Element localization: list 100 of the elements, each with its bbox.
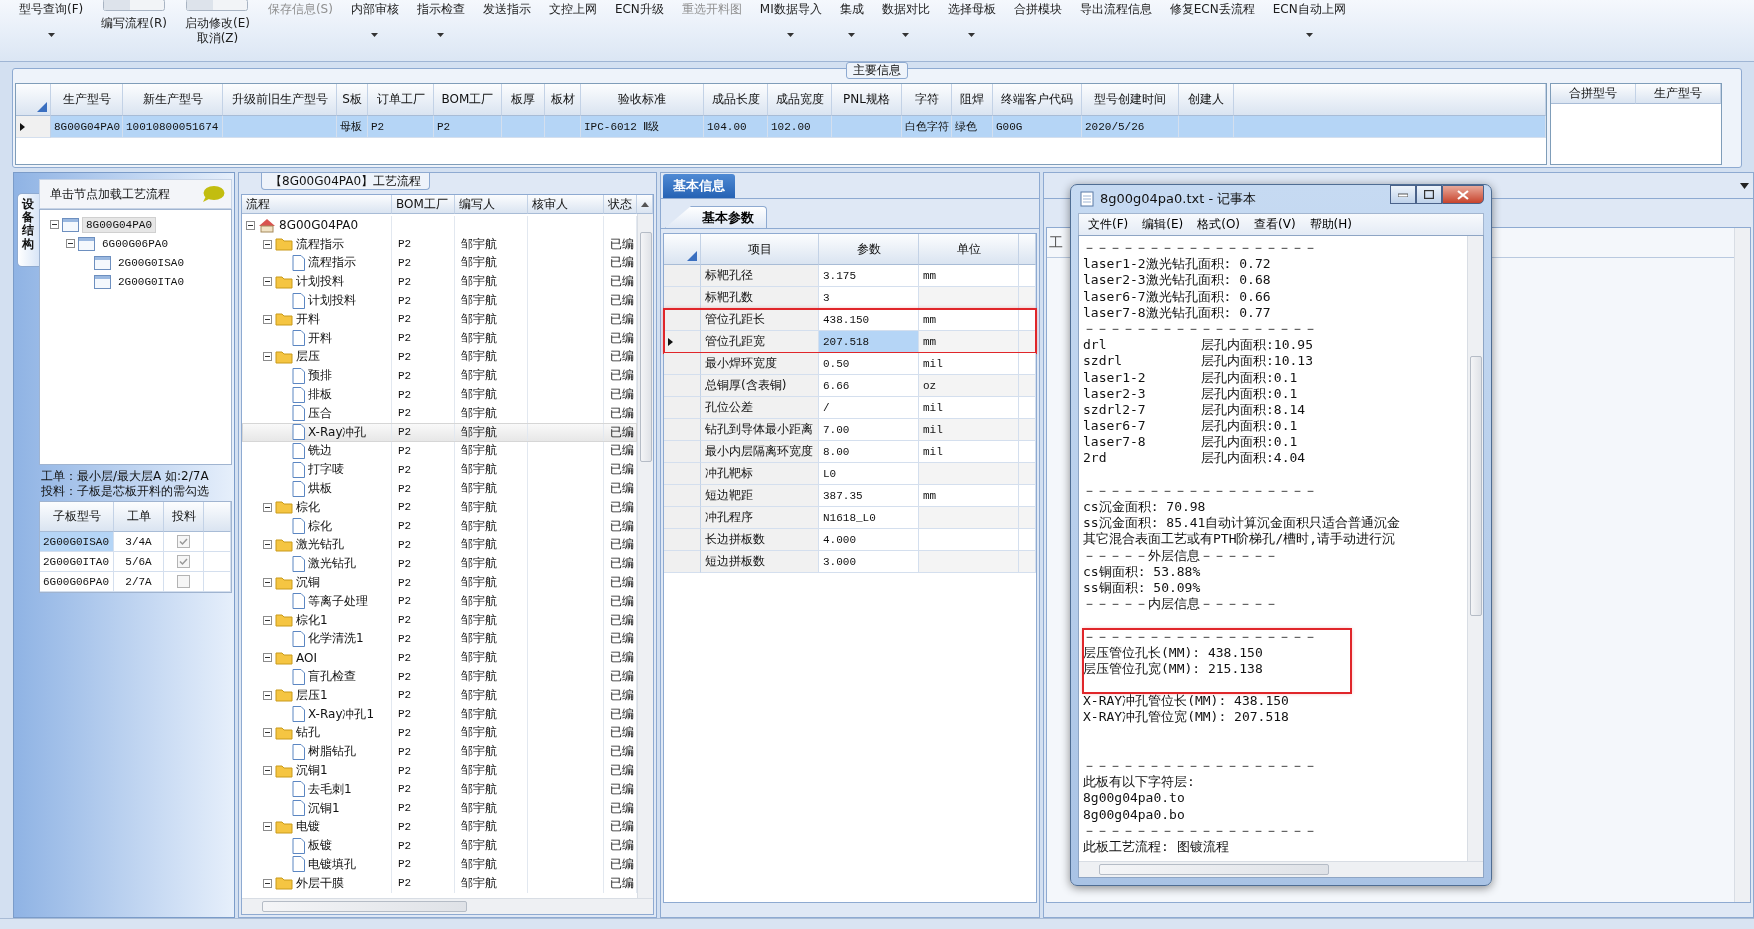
toolbar-button[interactable]: 导出流程信息 xyxy=(1076,0,1155,58)
table-row[interactable]: 最小内层隔离环宽度 8.00 mil xyxy=(664,441,1036,463)
menu-item[interactable]: 帮助(H) xyxy=(1302,216,1359,233)
horizontal-scrollbar[interactable] xyxy=(1079,861,1483,877)
column-header[interactable]: 终端客户代码 xyxy=(993,84,1082,116)
toolbar-button[interactable]: 选择母板 xyxy=(944,0,999,58)
column-header[interactable]: 板厚 xyxy=(502,84,545,116)
tree-row[interactable]: 沉铜1 P2 邹宇航 已编 xyxy=(242,798,637,818)
column-header[interactable]: 成品长度 xyxy=(704,84,768,116)
table-row[interactable]: 孔位公差 / mil xyxy=(664,397,1036,419)
dropdown-icon[interactable] xyxy=(1740,182,1749,189)
column-header[interactable]: PNL规格 xyxy=(832,84,902,116)
horizontal-scrollbar[interactable] xyxy=(242,898,653,914)
tree-row[interactable]: 打字唛 P2 邹宇航 已编 xyxy=(242,460,637,480)
collapse-icon[interactable] xyxy=(263,653,272,663)
collapse-icon[interactable] xyxy=(263,690,272,700)
tree-row[interactable]: 压合 P2 邹宇航 已编 xyxy=(242,403,637,423)
column-header[interactable]: 项目 xyxy=(701,234,819,265)
tree-node[interactable]: 2G00G0ISA0 xyxy=(114,254,188,271)
menu-item[interactable]: 格式(O) xyxy=(1190,216,1248,233)
toolbar-button[interactable]: 数据对比 xyxy=(878,0,933,58)
collapse-icon[interactable] xyxy=(263,578,272,588)
toolbar-button[interactable]: 内部审核 xyxy=(347,0,402,58)
tree-row[interactable]: X-Ray冲孔 P2 邹宇航 已编 xyxy=(242,422,637,442)
close-button[interactable] xyxy=(1442,185,1484,204)
collapse-icon[interactable] xyxy=(263,728,272,738)
table-row[interactable]: 最小焊环宽度 0.50 mil xyxy=(664,353,1036,375)
table-cell[interactable]: 2G00G0ITA0 xyxy=(40,552,114,572)
table-cell[interactable]: 6G00G06PA0 xyxy=(40,572,114,592)
tree-row[interactable]: 8G00G04PA0 xyxy=(242,216,637,235)
table-row[interactable]: 管位孔距长 438.150 mm xyxy=(664,309,1036,331)
table-row[interactable]: 短边拼板数 3.000 xyxy=(664,551,1036,573)
tree-row[interactable]: 计划投料 P2 邹宇航 已编 xyxy=(242,291,637,310)
table-cell[interactable]: 8.00 xyxy=(819,441,919,463)
tree-row[interactable]: 等离子处理 P2 邹宇航 已编 xyxy=(242,591,637,611)
table-row[interactable]: 管位孔距宽 207.518 mm xyxy=(664,331,1036,353)
collapse-icon[interactable] xyxy=(263,540,272,550)
vertical-scrollbar[interactable] xyxy=(1467,236,1483,861)
column-header[interactable]: 流程 xyxy=(242,195,392,214)
vertical-scrollbar[interactable] xyxy=(1734,228,1750,902)
toolbar-button[interactable]: 指示检查 xyxy=(413,0,468,58)
tree-row[interactable]: 沉铜1 P2 邹宇航 已编 xyxy=(242,761,637,780)
collapse-icon[interactable] xyxy=(263,352,272,362)
column-header[interactable]: 订单工厂 xyxy=(368,84,434,116)
minimize-button[interactable] xyxy=(1390,185,1416,204)
column-header[interactable]: 子板型号 xyxy=(40,502,114,532)
checkbox[interactable] xyxy=(177,575,190,588)
collapse-icon[interactable] xyxy=(263,766,272,775)
table-row[interactable]: 总铜厚(含表铜) 6.66 oz xyxy=(664,375,1036,397)
table-row[interactable]: 冲孔程序 N1618_L0 xyxy=(664,507,1036,529)
column-header[interactable]: 状态 xyxy=(604,195,637,214)
table-row[interactable]: 冲孔靶标 L0 xyxy=(664,463,1036,485)
column-header[interactable]: 合拼型号 xyxy=(1551,84,1636,104)
tree-row[interactable]: 激光钻孔 P2 邹宇航 已编 xyxy=(242,535,637,555)
tree-row[interactable]: 层压 P2 邹宇航 已编 xyxy=(242,347,637,367)
tree-row[interactable]: 棕化 P2 邹宇航 已编 xyxy=(242,516,637,536)
column-header[interactable]: 板材 xyxy=(545,84,581,116)
table-row[interactable]: 标靶孔径 3.175 mm xyxy=(664,265,1036,287)
tree-row[interactable]: AOI P2 邹宇航 已编 xyxy=(242,648,637,668)
tree-row[interactable]: 化学清洗1 P2 邹宇航 已编 xyxy=(242,629,637,649)
tree-row[interactable]: 钻孔 P2 邹宇航 已编 xyxy=(242,723,637,743)
tree-node[interactable]: 2G00G0ITA0 xyxy=(114,273,188,290)
maximize-button[interactable] xyxy=(1416,185,1442,204)
tree-row[interactable]: 棕化 P2 邹宇航 已编 xyxy=(242,497,637,517)
tree-row[interactable]: 流程指示 P2 邹宇航 已编 xyxy=(242,234,637,254)
table-cell[interactable]: 7.00 xyxy=(819,419,919,441)
column-header[interactable]: 工单 xyxy=(114,502,164,532)
tree-row[interactable]: 计划投料 P2 邹宇航 已编 xyxy=(242,272,637,292)
column-header[interactable]: 字符 xyxy=(902,84,952,116)
collapse-icon[interactable] xyxy=(263,277,272,287)
tree-row[interactable]: 开料 P2 邹宇航 已编 xyxy=(242,310,637,329)
column-header[interactable]: 投料 xyxy=(164,502,204,532)
column-header[interactable]: 参数 xyxy=(819,234,919,265)
menu-item[interactable]: 编辑(E) xyxy=(1135,216,1191,233)
tree-row[interactable]: 层压1 P2 邹宇航 已编 xyxy=(242,685,637,705)
table-cell[interactable]: 387.35 xyxy=(819,485,919,507)
tree-row[interactable]: 铣边 P2 邹宇航 已编 xyxy=(242,441,637,461)
table-row[interactable]: 短边靶距 387.35 mm xyxy=(664,485,1036,507)
toolbar-button[interactable]: 修复ECN丢流程 xyxy=(1166,0,1258,58)
toolbar-button[interactable]: 发送指示 xyxy=(479,0,534,58)
menu-item[interactable]: 文件(F) xyxy=(1081,216,1136,233)
table-cell[interactable]: 438.150 xyxy=(819,309,919,331)
toolbar-button[interactable]: 编写流程(R) xyxy=(98,0,170,58)
table-cell[interactable]: 2G00G0ISA0 xyxy=(40,532,114,552)
toolbar-button[interactable]: 合拼模块 xyxy=(1010,0,1065,58)
tree-row[interactable]: 外层干膜 P2 邹宇航 已编 xyxy=(242,873,637,893)
table-row[interactable]: 标靶孔数 3 xyxy=(664,287,1036,309)
collapse-icon[interactable] xyxy=(263,615,272,625)
tree-row[interactable]: 电镀填孔 P2 邹宇航 已编 xyxy=(242,855,637,874)
tree-row[interactable]: 沉铜 P2 邹宇航 已编 xyxy=(242,573,637,592)
table-cell[interactable]: 3.000 xyxy=(819,551,919,573)
table-cell[interactable]: 6.66 xyxy=(819,375,919,397)
tree-row[interactable]: 树脂钻孔 P2 邹宇航 已编 xyxy=(242,742,637,762)
tab[interactable]: 基本信息 xyxy=(663,174,735,198)
collapse-icon[interactable] xyxy=(263,239,272,249)
column-header[interactable]: 单位 xyxy=(919,234,1019,265)
vertical-scrollbar[interactable] xyxy=(637,214,653,898)
column-header[interactable]: 生产型号 xyxy=(51,84,123,116)
checkbox[interactable] xyxy=(177,535,190,548)
table-cell[interactable]: 207.518 xyxy=(819,331,919,353)
